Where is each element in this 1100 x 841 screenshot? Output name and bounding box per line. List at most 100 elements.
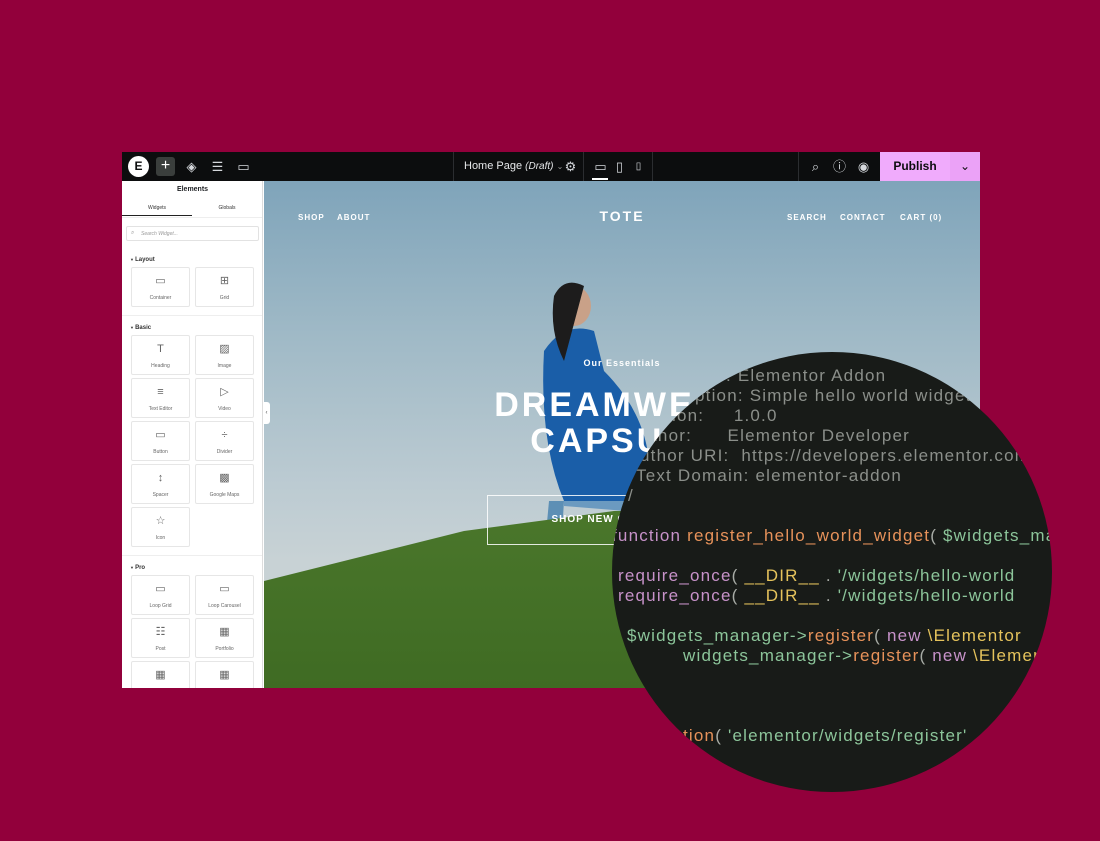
widget-google-maps[interactable]: ▩ Google Maps — [195, 464, 254, 504]
widget-label: Spacer — [152, 492, 169, 498]
widget-loop-carousel[interactable]: ▭ Loop Carousel — [195, 575, 254, 615]
widget-portfolio[interactable]: ▦ Portfolio — [195, 618, 254, 658]
code-line: ption: Simple hello world widgets — [695, 386, 981, 406]
code-line: me: Elementor Addon — [700, 366, 886, 386]
add-element-button[interactable]: + — [156, 157, 175, 176]
widget-loop-grid[interactable]: ▭ Loop Grid — [131, 575, 190, 615]
code-line: require_once( __DIR__ . '/widgets/hello-… — [618, 586, 1015, 606]
code-token: \Elementor — [973, 646, 1052, 665]
icon-icon: ☆ — [155, 515, 166, 527]
code-token: ption: Simple hello world widgets — [695, 386, 982, 405]
code-token: tion — [683, 726, 716, 745]
code-token: function — [612, 526, 688, 545]
widget-divider[interactable]: ÷ Divider — [195, 421, 254, 461]
publish-button[interactable]: Publish — [880, 152, 950, 181]
widget-image[interactable]: ▨ Image — [195, 335, 254, 375]
widget-button[interactable]: ▭ Button — [131, 421, 190, 461]
chevron-left-icon: ‹ — [265, 410, 268, 416]
tab-globals[interactable]: Globals — [192, 205, 262, 211]
code-token: ion: 1.0.0 — [672, 406, 778, 425]
divider — [798, 152, 799, 181]
code-token: ( — [731, 586, 745, 605]
code-token: '/widgets/hello-world — [837, 586, 1016, 605]
code-line: $widgets_manager->register( new \Element… — [627, 626, 1022, 646]
widget-icon[interactable]: ☆ Icon — [131, 507, 190, 547]
section-layout[interactable]: Layout — [130, 257, 155, 263]
comment-icon[interactable]: ▭ — [236, 159, 251, 174]
loop-grid-icon: ▭ — [155, 583, 166, 595]
code-token: ( — [874, 626, 887, 645]
widget-item[interactable]: ▦ — [131, 661, 190, 688]
code-token: $widgets_manager — [943, 526, 1052, 545]
widget-text-editor[interactable]: ≡ Text Editor — [131, 378, 190, 418]
tab-widgets[interactable]: Widgets — [122, 205, 192, 211]
image-icon: ▨ — [219, 343, 230, 355]
widget-post[interactable]: ☷ Post — [131, 618, 190, 658]
widget-label: Container — [149, 295, 172, 301]
code-token: $widgets_manager-> — [627, 626, 808, 645]
help-icon[interactable]: ⓘ — [832, 159, 847, 174]
nav-cart[interactable]: CART (0) — [900, 213, 942, 222]
active-tab-indicator — [122, 215, 192, 216]
text-editor-icon: ≡ — [157, 386, 164, 398]
code-token: require_once — [618, 566, 732, 585]
code-token: Text Domain: elementor-addon — [636, 466, 903, 485]
publish-options-button[interactable]: ⌄ — [950, 152, 980, 181]
code-line: widgets_manager->register( new \Elemento… — [683, 646, 1052, 666]
eye-icon[interactable]: ◉ — [856, 159, 871, 174]
divider — [583, 152, 584, 181]
widget-label: Text Editor — [148, 406, 173, 412]
code-token: register_hello_world_widget — [687, 526, 931, 545]
search-widget-input[interactable]: ⌕ Search Widget... — [126, 226, 259, 241]
widget-label: Google Maps — [209, 492, 240, 498]
widget-item[interactable]: ▦ — [195, 661, 254, 688]
code-token: / — [628, 486, 634, 505]
section-basic[interactable]: Basic — [130, 325, 151, 331]
widget-label: Video — [218, 406, 231, 412]
gear-icon[interactable]: ⚙ — [563, 159, 578, 174]
code-line: function register_hello_world_widget( $w… — [612, 526, 1052, 546]
search-icon[interactable]: ⌕ — [808, 159, 823, 174]
layers-icon[interactable]: ◈ — [184, 159, 199, 174]
code-token: ( — [919, 646, 933, 665]
widget-label: Image — [217, 363, 232, 369]
desktop-icon[interactable]: ▭ — [593, 159, 608, 174]
elements-panel: Elements Widgets Globals ⌕ Search Widget.… — [122, 181, 263, 688]
heading-icon: T — [157, 343, 164, 355]
section-pro[interactable]: Pro — [130, 565, 145, 571]
divider — [122, 217, 262, 218]
divider — [652, 152, 653, 181]
video-icon: ▷ — [220, 386, 229, 398]
code-line: / — [628, 486, 634, 506]
code-line: ion: 1.0.0 — [672, 406, 778, 426]
code-token: register — [853, 646, 920, 665]
mobile-icon[interactable]: ▯ — [631, 159, 646, 174]
code-token: uthor URI: https://developers.elementor.… — [640, 446, 1031, 465]
page-title-dropdown[interactable]: Home Page (Draft) ⌄ — [464, 160, 563, 172]
widget-grid[interactable]: ⊞ Grid — [195, 267, 254, 307]
container-icon: ▭ — [155, 275, 166, 287]
widget-heading[interactable]: T Heading — [131, 335, 190, 375]
elementor-logo-icon[interactable]: E — [128, 156, 149, 177]
tablet-icon[interactable]: ▯ — [612, 159, 627, 174]
widget-label: Grid — [219, 295, 230, 301]
code-token: new — [932, 646, 973, 665]
widget-container[interactable]: ▭ Container — [131, 267, 190, 307]
code-token: me: Elementor Addon — [700, 366, 887, 385]
widget-spacer[interactable]: ↕ Spacer — [131, 464, 190, 504]
sliders-icon[interactable]: ☰ — [210, 159, 225, 174]
divider-icon: ÷ — [221, 429, 228, 441]
code-token: ( — [715, 726, 729, 745]
chevron-down-icon: ⌄ — [959, 159, 971, 173]
widget-video[interactable]: ▷ Video — [195, 378, 254, 418]
grid-icon: ⊞ — [219, 275, 230, 287]
code-token: \Elementor — [927, 626, 1022, 645]
top-bar: E + ◈ ☰ ▭ Home Page (Draft) ⌄ ⚙ ▭ ▯ ▯ ⌕ … — [122, 152, 980, 181]
nav-contact[interactable]: CONTACT — [840, 213, 886, 222]
widget-label: Post — [155, 646, 166, 652]
panel-title: Elements — [176, 186, 209, 193]
nav-search[interactable]: SEARCH — [787, 213, 827, 222]
collapse-panel-handle[interactable]: ‹ — [263, 402, 270, 424]
code-token: thor: Elementor Developer — [652, 426, 911, 445]
code-line: tion( 'elementor/widgets/register' — [683, 726, 967, 746]
